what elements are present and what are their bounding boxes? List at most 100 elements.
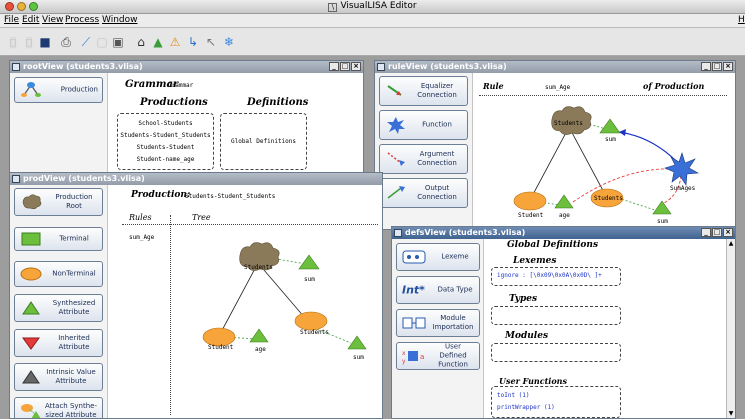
- prod-root-attr-node[interactable]: [298, 254, 320, 270]
- lexeme-entry[interactable]: ignore : [\0x09\0x0A\0x0D\ ]+: [497, 272, 602, 279]
- svg-text:x: x: [402, 350, 406, 357]
- svg-text:y: y: [402, 358, 406, 365]
- rule-list-item[interactable]: sum_Age: [129, 234, 154, 241]
- productions-heading: Productions: [140, 97, 208, 108]
- menu-help[interactable]: H: [738, 15, 745, 25]
- menu-process[interactable]: Process: [65, 15, 99, 25]
- prod-left-label: Student: [208, 344, 234, 351]
- rule-palette: Equalizer Connection Function Argument C…: [375, 73, 473, 229]
- definitions-box: Global Definitions: [220, 113, 307, 170]
- rule-left-attr-label: age: [559, 212, 570, 219]
- user-function-item[interactable]: printWrapper (1): [497, 404, 555, 411]
- new-icon[interactable]: ▯: [6, 35, 20, 49]
- rule-root-attr-node[interactable]: [599, 118, 621, 134]
- prod-right-node[interactable]: [294, 311, 328, 331]
- rule-tree-canvas: Students sum Student age Students sum Su…: [513, 106, 699, 225]
- nonterminal-tool-button[interactable]: NonTerminal: [14, 261, 103, 287]
- tree-column-header: Tree: [192, 213, 211, 222]
- production-item[interactable]: Student-name_age: [118, 156, 213, 163]
- data-type-tool-button[interactable]: Int* Data Type: [396, 276, 480, 304]
- open-icon[interactable]: ▯: [22, 35, 36, 49]
- rule-view-titlebar[interactable]: ruleView (students3.vlisa) _ □ ×: [375, 61, 735, 73]
- intrinsic-value-attribute-tool-button[interactable]: Intrinsic Value Attribute: [14, 363, 103, 391]
- production-label: Production:: [131, 190, 191, 200]
- rule-view-window: ruleView (students3.vlisa) _ □ × Equalizer…: [374, 60, 736, 230]
- maximize-button[interactable]: □: [712, 62, 722, 71]
- production-item[interactable]: School-Students: [118, 120, 213, 127]
- argument-connection-tool-button[interactable]: Argument Connection: [379, 144, 468, 174]
- menu-view[interactable]: View: [42, 15, 63, 25]
- print-icon[interactable]: ⎙: [59, 35, 73, 49]
- close-button[interactable]: ×: [351, 62, 361, 71]
- rule-left-attr-node[interactable]: [554, 194, 574, 209]
- output-connection-icon: [387, 186, 405, 199]
- warning-icon[interactable]: ⚠: [168, 35, 182, 49]
- menu-window[interactable]: Window: [102, 15, 138, 25]
- types-heading: Types: [509, 294, 538, 304]
- rule-separator: [479, 95, 727, 96]
- wand-icon[interactable]: ⟋: [79, 35, 93, 49]
- terminal-tool-button[interactable]: Terminal: [14, 227, 103, 251]
- defs-scrollbar[interactable]: ▲ ▼: [726, 239, 735, 418]
- snowflake-icon[interactable]: ❄: [222, 35, 236, 49]
- root-view-titlebar[interactable]: rootView (students3.vlisa) _ □ ×: [10, 61, 363, 73]
- title-bar: \ VisualLISA Editor: [0, 0, 745, 14]
- user-function-item[interactable]: toInt (1): [497, 392, 530, 399]
- rule-right-attr-node[interactable]: [652, 200, 672, 215]
- rule-right-attr-label: sum: [657, 218, 668, 225]
- window-icon: [12, 63, 20, 71]
- definitions-heading: Definitions: [247, 97, 309, 108]
- production-tool-button[interactable]: Production: [14, 77, 103, 103]
- rule-function-node[interactable]: [664, 152, 699, 186]
- home-icon[interactable]: ⌂: [134, 35, 148, 49]
- menu-edit[interactable]: Edit: [22, 15, 39, 25]
- arrow-icon[interactable]: ↳: [186, 35, 200, 49]
- attach-synthesized-attribute-tool-button[interactable]: Attach Synthe-sized Attribute: [14, 397, 103, 418]
- int-icon: Int*: [402, 283, 425, 297]
- prod-root-attr-label: sum: [304, 276, 315, 283]
- toolbar: ▯ ▯ ■ ⎙ ⟋ ▢ ▣ ⌂ ▲ ⚠ ↳ ↖ ❄: [0, 28, 745, 56]
- chart-icon[interactable]: ▲: [151, 35, 165, 49]
- definition-item[interactable]: Global Definitions: [221, 138, 306, 145]
- synthesized-attribute-tool-button[interactable]: Synthesized Attribute: [14, 294, 103, 322]
- production-item[interactable]: Students-Student: [118, 144, 213, 151]
- user-defined-function-tool-button[interactable]: xya User Defined Function: [396, 342, 480, 370]
- prod-root-label: Students: [244, 264, 273, 271]
- maximize-button[interactable]: □: [712, 228, 722, 237]
- rule-root-attr-label: sum: [605, 136, 616, 143]
- close-button[interactable]: ×: [723, 62, 733, 71]
- modules-box: [491, 343, 621, 362]
- window-icon: [394, 229, 402, 237]
- paste-icon[interactable]: ▣: [111, 35, 125, 49]
- production-icon: [21, 82, 41, 97]
- production-item[interactable]: Students-Student_Students: [118, 132, 213, 139]
- types-box: [491, 306, 621, 325]
- equalizer-connection-tool-button[interactable]: Equalizer Connection: [379, 76, 468, 106]
- cursor-icon[interactable]: ↖: [204, 35, 218, 49]
- inherited-attribute-tool-button[interactable]: Inherited Attribute: [14, 329, 103, 357]
- scroll-up-icon[interactable]: ▲: [728, 240, 734, 247]
- module-importation-tool-button[interactable]: Module Importation: [396, 309, 480, 337]
- intrinsic-value-attribute-icon: [22, 370, 40, 384]
- close-button[interactable]: ×: [723, 228, 733, 237]
- maximize-button[interactable]: □: [340, 62, 350, 71]
- save-icon[interactable]: ■: [38, 35, 52, 49]
- minimize-button[interactable]: _: [701, 62, 711, 71]
- production-root-tool-button[interactable]: Production Root: [14, 188, 103, 216]
- scroll-down-icon[interactable]: ▼: [728, 410, 734, 417]
- function-tool-button[interactable]: Function: [379, 110, 468, 140]
- prod-left-attr-node[interactable]: [249, 328, 269, 343]
- prod-view-titlebar[interactable]: prodView (students3.vlisa): [10, 173, 382, 185]
- rule-left-node[interactable]: [513, 191, 547, 211]
- lexeme-tool-button[interactable]: Lexeme: [396, 243, 480, 271]
- defs-view-titlebar[interactable]: defsView (students3.vlisa) _ □ ×: [392, 227, 735, 239]
- minimize-button[interactable]: _: [701, 228, 711, 237]
- output-connection-tool-button[interactable]: Output Connection: [379, 178, 468, 208]
- user-functions-box: toInt (1) printWrapper (1): [491, 386, 621, 418]
- copy-icon[interactable]: ▢: [95, 35, 109, 49]
- menu-bar: File Edit View Process Window H: [0, 14, 745, 28]
- prod-right-attr-label: sum: [353, 354, 364, 361]
- menu-file[interactable]: File: [4, 15, 19, 25]
- module-icon: [402, 317, 426, 329]
- minimize-button[interactable]: _: [329, 62, 339, 71]
